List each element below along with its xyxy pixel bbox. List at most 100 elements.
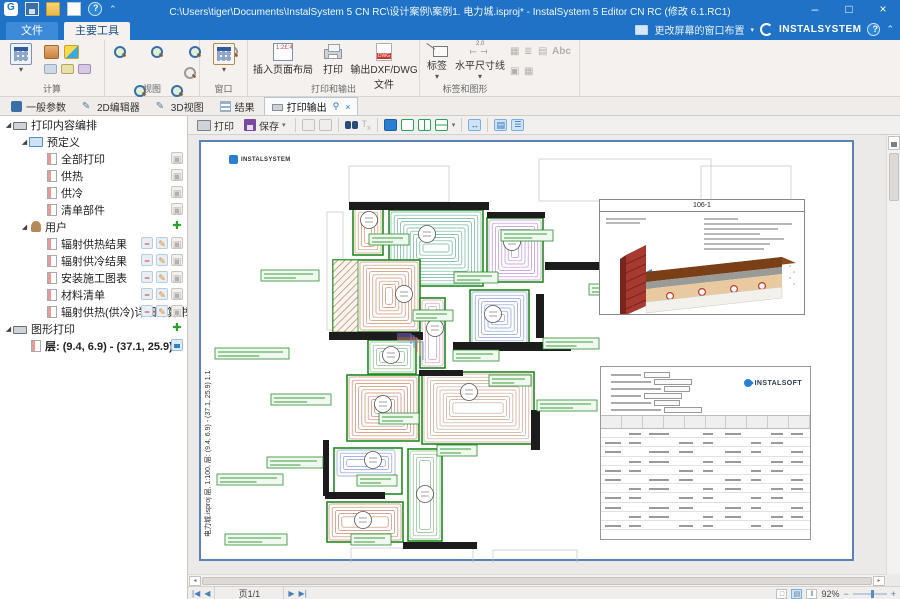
collapse-ribbon-icon[interactable]: ⌃ xyxy=(886,24,894,35)
3d-calc-icon[interactable] xyxy=(64,45,79,59)
calc-opt3-icon[interactable] xyxy=(78,64,91,74)
close-button[interactable]: × xyxy=(866,0,900,21)
vertical-scrollbar[interactable] xyxy=(886,135,900,574)
calc-opt1-icon[interactable] xyxy=(44,64,57,74)
contents-toggle[interactable] xyxy=(511,119,524,131)
minimize-button[interactable]: – xyxy=(798,0,832,21)
grid-icon[interactable]: ▦ xyxy=(524,66,533,77)
scroll-print-button[interactable] xyxy=(888,136,900,150)
canvas-save-button[interactable]: 保存 ▾ xyxy=(241,117,289,134)
single-page-icon[interactable] xyxy=(401,119,414,131)
tree-item-2[interactable]: 全部打印▣ xyxy=(0,150,187,167)
next-page-button[interactable]: ▶ xyxy=(288,589,294,598)
multi-page-icon[interactable] xyxy=(435,119,448,131)
thumbnails-toggle[interactable] xyxy=(494,119,507,131)
copy-action-icon[interactable]: ▣ xyxy=(171,186,183,198)
copy-action-icon[interactable]: ▣ xyxy=(171,152,183,164)
tab-main-tools[interactable]: 主要工具 xyxy=(64,22,130,40)
view-tab-0[interactable]: 一般参数 xyxy=(4,97,73,115)
view-tab-1[interactable]: 2D编辑器 xyxy=(75,97,147,115)
tree-item-8[interactable]: 辐射供冷结果−✎▣ xyxy=(0,252,187,269)
add-action-icon[interactable]: ✚ xyxy=(171,220,183,232)
zoom-all-icon[interactable] xyxy=(188,45,201,58)
prev-page-button[interactable]: ◀ xyxy=(204,589,210,598)
del-action-icon[interactable]: − xyxy=(141,305,153,317)
tree-item-10[interactable]: 材料清单−✎▣ xyxy=(0,286,187,303)
scroll-right-arrow[interactable]: ▸ xyxy=(873,576,885,586)
tree-item-9[interactable]: 安装施工图表−✎▣ xyxy=(0,269,187,286)
vertical-scroll-thumb[interactable] xyxy=(889,153,899,201)
tab-file[interactable]: 文件 xyxy=(6,22,58,40)
copy-action-icon[interactable]: ▣ xyxy=(171,305,183,317)
dropdown-caret-icon[interactable]: ▾ xyxy=(750,26,754,34)
view-tab-3[interactable]: 结果 xyxy=(213,97,262,115)
copy-action-icon[interactable]: ▣ xyxy=(171,271,183,283)
copy-action-icon[interactable]: ▣ xyxy=(171,254,183,266)
copy-action-icon[interactable]: ▣ xyxy=(171,288,183,300)
del-action-icon[interactable]: − xyxy=(141,254,153,266)
close-tab-icon[interactable]: × xyxy=(345,102,350,112)
table-icon[interactable]: ▤ xyxy=(538,46,547,57)
find-icon[interactable] xyxy=(345,119,358,131)
zoom-in-icon[interactable] xyxy=(113,45,126,58)
tree-item-3[interactable]: 供热▣ xyxy=(0,167,187,184)
multi-page-view-icon[interactable]: ⫴ xyxy=(806,589,817,599)
expand-icon[interactable]: ◢ xyxy=(20,138,29,146)
tree-item-0[interactable]: ◢打印内容编排 xyxy=(0,116,187,133)
horizontal-scrollbar[interactable]: ◂ ▸ xyxy=(188,574,886,586)
fullscreen-preview-icon[interactable] xyxy=(384,119,397,131)
add-action-icon[interactable]: ✚ xyxy=(171,322,183,334)
edit-action-icon[interactable]: ✎ xyxy=(156,237,168,249)
expand-icon[interactable]: ◢ xyxy=(4,325,13,333)
tree-item-1[interactable]: ◢预定义 xyxy=(0,133,187,150)
note-icon[interactable]: ▣ xyxy=(510,66,519,77)
del-action-icon[interactable]: − xyxy=(141,271,153,283)
tree-item-4[interactable]: 供冷▣ xyxy=(0,184,187,201)
fit-width-toggle[interactable] xyxy=(468,119,481,131)
zoom-slider[interactable] xyxy=(853,593,887,595)
tree-item-11[interactable]: 辐射供热(供冷)详细计算书−✎▣ xyxy=(0,303,187,320)
view-tab-2[interactable]: 3D视图 xyxy=(149,97,211,115)
expand-icon[interactable]: ◢ xyxy=(20,223,29,231)
fit-page-view-icon[interactable]: ▤ xyxy=(791,589,802,599)
calc-opt2-icon[interactable] xyxy=(61,64,74,74)
calculate-button[interactable]: ▾ xyxy=(6,43,36,77)
edit-action-icon[interactable]: ✎ xyxy=(156,288,168,300)
tree-item-6[interactable]: ◢用户✚ xyxy=(0,218,187,235)
image-icon[interactable]: ▦ xyxy=(510,46,519,57)
abc-text-icon[interactable]: Abc xyxy=(552,46,571,57)
zoom-slider-thumb[interactable] xyxy=(871,590,874,598)
two-page-icon[interactable] xyxy=(418,119,431,131)
zoom-out-button[interactable]: − xyxy=(843,589,848,599)
first-page-button[interactable]: |◀ xyxy=(192,589,200,598)
tree-item-5[interactable]: 清单部件▣ xyxy=(0,201,187,218)
copy-page-icon[interactable] xyxy=(302,119,315,131)
page-setup-icon[interactable] xyxy=(319,119,332,131)
label-button[interactable]: 标签 ▾ xyxy=(422,43,452,81)
edit-action-icon[interactable]: ✎ xyxy=(156,305,168,317)
align-icon[interactable]: ≣ xyxy=(524,46,532,57)
maximize-button[interactable]: □ xyxy=(832,0,866,21)
text-settings-icon[interactable]: Tx xyxy=(362,119,371,132)
pin-icon[interactable]: ⚲ xyxy=(333,101,340,112)
tree-item-7[interactable]: 辐射供热结果−✎▣ xyxy=(0,235,187,252)
one-page-view-icon[interactable]: □ xyxy=(776,589,787,599)
print-action-icon[interactable] xyxy=(171,339,183,351)
edit-action-icon[interactable]: ✎ xyxy=(156,254,168,266)
insert-page-layout-button[interactable]: 插入页面布局 xyxy=(252,43,314,76)
pan-icon[interactable] xyxy=(183,66,196,79)
copy-action-icon[interactable]: ▣ xyxy=(171,169,183,181)
zoom-out-icon[interactable] xyxy=(150,45,163,58)
edit-action-icon[interactable]: ✎ xyxy=(156,271,168,283)
del-action-icon[interactable]: − xyxy=(141,288,153,300)
copy-action-icon[interactable]: ▣ xyxy=(171,203,183,215)
copy-action-icon[interactable]: ▣ xyxy=(171,237,183,249)
last-page-button[interactable]: ▶| xyxy=(299,589,307,598)
horizontal-scroll-thumb[interactable] xyxy=(202,577,872,585)
ribbon-help-icon[interactable] xyxy=(867,23,880,36)
tree-item-13[interactable]: 层: (9.4, 6.9) - (37.1, 25.9) xyxy=(0,337,187,354)
print-button[interactable]: 打印 xyxy=(316,43,350,76)
view-tab-4[interactable]: 打印输出⚲× xyxy=(264,97,359,115)
scroll-left-arrow[interactable]: ◂ xyxy=(189,576,201,586)
print-preview-viewport[interactable]: INSTALSYSTEM 电力城.isproj 层, 1:100, 层: (9.… xyxy=(188,135,886,574)
